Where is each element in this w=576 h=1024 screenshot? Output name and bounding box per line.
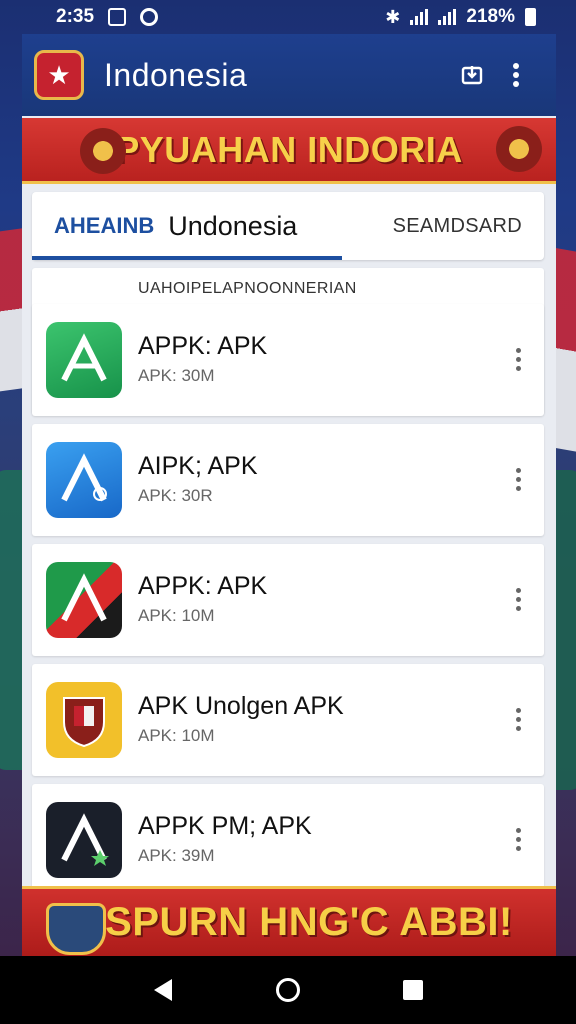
back-icon (153, 979, 172, 1001)
promo-banner-top-text: PYUAHAN INDORIA (115, 128, 463, 170)
app-list-item[interactable]: APPK PM; APK APK: 39M (32, 784, 544, 896)
garuda-emblem-icon (80, 128, 126, 174)
apk-dark-icon (46, 802, 122, 878)
app-logo[interactable]: ★ (34, 50, 84, 100)
app-list-item[interactable]: APPK: APK APK: 30M (32, 304, 544, 416)
section-label: UAHOIPELAPNOONNERIAN (138, 280, 357, 297)
sync-notification-icon (140, 8, 159, 26)
app-list-item[interactable]: APPK: APK APK: 10M (32, 544, 544, 656)
tab-active[interactable]: AHEAINB (54, 213, 154, 239)
app-bar: ★ Indonesia (22, 34, 556, 116)
signal-icon (410, 9, 429, 25)
app-list-item[interactable]: APK Unolgen APK APK: 10M (32, 664, 544, 776)
apk-flag-icon (46, 562, 122, 638)
search-tab-button[interactable]: SEAMDSARD (393, 215, 522, 238)
tab-title[interactable]: Undonesia (168, 211, 297, 242)
promo-banner-bottom-text: SPURN HNG'C ABBI! (105, 900, 513, 944)
screenshot-notification-icon (108, 8, 127, 26)
emblem-icon (496, 126, 542, 172)
downloads-button[interactable] (450, 53, 494, 97)
signal-icon-2 (438, 9, 457, 25)
app-size: APK: 30R (138, 486, 213, 505)
apk-blue-icon (46, 442, 122, 518)
system-nav-bar (0, 956, 576, 1024)
app-size: APK: 10M (138, 726, 215, 745)
app-name: APPK: APK (138, 332, 268, 360)
promo-banner-top[interactable]: PYUAHAN INDORIA (22, 118, 556, 184)
app-window: ★ Indonesia PYUAHAN INDORIA AHEAINB Undo… (22, 34, 556, 990)
app-size: APK: 30M (138, 366, 215, 385)
recents-icon (403, 980, 424, 1000)
nav-recents-button[interactable] (389, 966, 437, 1014)
status-time: 2:35 (56, 6, 95, 27)
battery-icon (525, 8, 536, 26)
download-box-icon (461, 66, 483, 85)
app-name: APK Unolgen APK (138, 692, 344, 720)
item-more-button[interactable] (506, 694, 530, 744)
item-more-button[interactable] (506, 454, 530, 504)
app-name: APPK PM; APK (138, 812, 312, 840)
more-vert-icon (513, 63, 519, 87)
promo-banner-bottom[interactable]: SPURN HNG'C ABBI! (22, 886, 556, 956)
app-title: Indonesia (104, 56, 248, 93)
home-icon (275, 978, 300, 1002)
shield-icon (46, 903, 106, 955)
wifi-icon: ✱ (385, 6, 401, 27)
apk-green-icon (46, 322, 122, 398)
tab-indicator (32, 256, 342, 260)
app-size: APK: 10M (138, 606, 215, 625)
item-more-button[interactable] (506, 334, 530, 384)
app-name: APPK: APK (138, 572, 268, 600)
overflow-menu-button[interactable] (494, 53, 538, 97)
nav-back-button[interactable] (139, 966, 187, 1014)
status-bar: 2:35 ✱ 218% (0, 0, 576, 34)
app-size: APK: 39M (138, 846, 215, 865)
item-more-button[interactable] (506, 574, 530, 624)
app-list-item[interactable]: AIPK; APK APK: 30R (32, 424, 544, 536)
nav-home-button[interactable] (264, 966, 312, 1014)
item-more-button[interactable] (506, 814, 530, 864)
tab-bar: AHEAINB Undonesia SEAMDSARD (32, 192, 544, 260)
battery-percent: 218% (466, 6, 515, 27)
app-name: AIPK; APK (138, 452, 258, 480)
star-icon: ★ (47, 59, 71, 90)
apk-emblem-icon (46, 682, 122, 758)
